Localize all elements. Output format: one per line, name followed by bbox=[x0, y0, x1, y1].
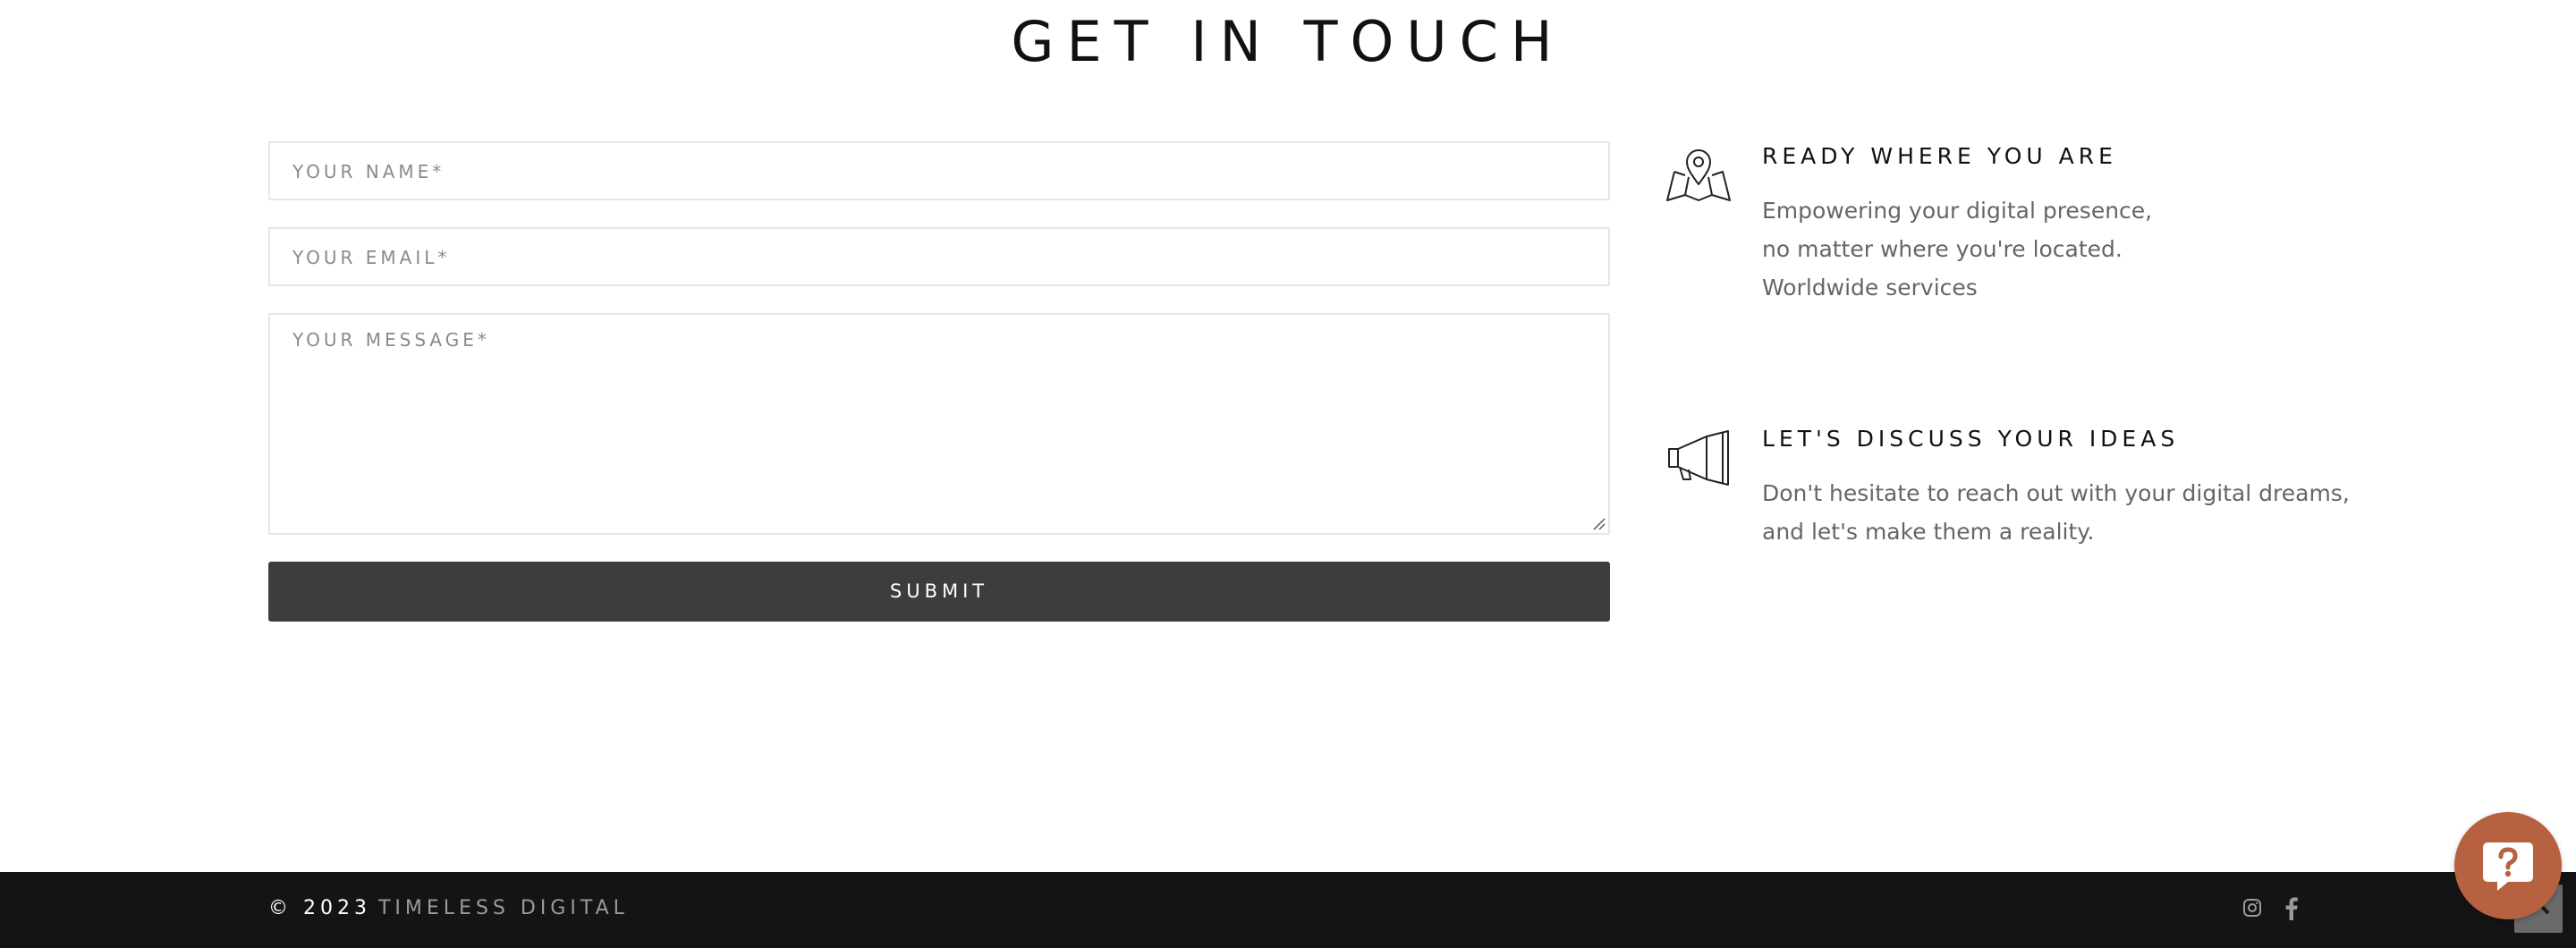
footer: © 2023 TIMELESS DIGITAL bbox=[0, 872, 2576, 948]
name-field[interactable]: YOUR NAME* bbox=[268, 141, 1610, 200]
name-placeholder: YOUR NAME* bbox=[292, 161, 445, 182]
map-pin-icon bbox=[1666, 149, 1731, 201]
message-field[interactable]: YOUR MESSAGE* bbox=[268, 313, 1610, 535]
help-chat-button[interactable] bbox=[2454, 812, 2562, 919]
info-line: Worldwide services bbox=[1762, 275, 1978, 300]
instagram-icon[interactable] bbox=[2241, 897, 2263, 918]
page-title: GET IN TOUCH bbox=[1011, 9, 1565, 74]
facebook-icon[interactable] bbox=[2281, 897, 2302, 920]
brand-link[interactable]: TIMELESS DIGITAL bbox=[378, 897, 629, 919]
email-placeholder: YOUR EMAIL* bbox=[292, 247, 451, 268]
copyright: © 2023 TIMELESS DIGITAL bbox=[268, 897, 629, 919]
info-title-discuss: LET'S DISCUSS YOUR IDEAS bbox=[1762, 426, 2180, 452]
resize-grip-icon[interactable] bbox=[1590, 515, 1606, 531]
submit-button[interactable]: SUBMIT bbox=[268, 562, 1610, 622]
info-line: no matter where you're located. bbox=[1762, 236, 2123, 262]
copyright-year: © 2023 bbox=[268, 897, 371, 919]
info-text-discuss: Don't hesitate to reach out with your di… bbox=[1762, 474, 2350, 551]
info-line: Don't hesitate to reach out with your di… bbox=[1762, 480, 2350, 506]
email-field[interactable]: YOUR EMAIL* bbox=[268, 227, 1610, 286]
info-title-ready: READY WHERE YOU ARE bbox=[1762, 143, 2117, 169]
megaphone-icon bbox=[1668, 430, 1729, 486]
info-text-ready: Empowering your digital presence, no mat… bbox=[1762, 191, 2152, 307]
message-placeholder: YOUR MESSAGE* bbox=[292, 329, 490, 351]
question-chat-icon bbox=[2483, 842, 2533, 891]
info-line: and let's make them a reality. bbox=[1762, 519, 2095, 545]
contact-page: GET IN TOUCH YOUR NAME* YOUR EMAIL* YOUR… bbox=[0, 0, 2576, 948]
info-line: Empowering your digital presence, bbox=[1762, 198, 2153, 224]
